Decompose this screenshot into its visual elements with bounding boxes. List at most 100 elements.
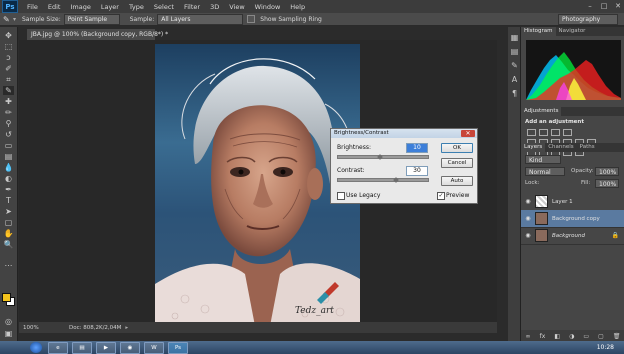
paragraph-panel-icon[interactable]: ¶	[509, 89, 520, 98]
healing-brush-tool-icon[interactable]: ✚	[3, 97, 14, 106]
start-button[interactable]	[30, 342, 42, 353]
new-adjustment-icon[interactable]: ◑	[569, 333, 574, 340]
tab-navigator[interactable]: Navigator	[556, 27, 589, 36]
clone-stamp-tool-icon[interactable]: ⚲	[3, 119, 14, 128]
blend-mode-select[interactable]: Normal	[525, 167, 565, 176]
maximize-icon[interactable]: □	[598, 2, 610, 11]
auto-button[interactable]: Auto	[441, 176, 473, 186]
menu-help[interactable]: Help	[285, 3, 310, 11]
visibility-eye-icon[interactable]: ◉	[521, 198, 535, 205]
show-ring-checkbox[interactable]	[247, 15, 256, 23]
menu-select[interactable]: Select	[149, 3, 179, 11]
dialog-close-button[interactable]: ✕	[461, 130, 475, 137]
chevron-right-icon[interactable]: ▸	[125, 325, 128, 331]
taskbar-media-icon[interactable]: ▶	[96, 341, 116, 354]
properties-panel-icon[interactable]: ▤	[509, 47, 520, 56]
type-tool-icon[interactable]: T	[3, 196, 14, 205]
history-panel-icon[interactable]: ▦	[509, 33, 520, 42]
quick-select-tool-icon[interactable]: ✐	[3, 64, 14, 73]
sample-select[interactable]: All Layers	[157, 13, 244, 25]
menu-3d[interactable]: 3D	[205, 3, 224, 11]
dodge-tool-icon[interactable]: ◐	[3, 174, 14, 183]
layer-row[interactable]: ◉ Background 🔒	[521, 227, 624, 245]
visibility-eye-icon[interactable]: ◉	[521, 215, 535, 222]
close-icon[interactable]: ✕	[612, 2, 624, 11]
gradient-tool-icon[interactable]: ▤	[3, 152, 14, 161]
layer-filter-kind[interactable]: Kind	[525, 155, 561, 164]
taskbar-ie-icon[interactable]: e	[48, 341, 68, 354]
brush-panel-icon[interactable]: ✎	[509, 61, 520, 70]
menu-filter[interactable]: Filter	[179, 3, 205, 11]
menu-type[interactable]: Type	[124, 3, 149, 11]
hand-tool-icon[interactable]: ✋	[3, 229, 14, 238]
clock[interactable]: 10:28	[597, 344, 614, 351]
zoom-tool-icon[interactable]: 🔍	[3, 240, 14, 249]
marquee-tool-icon[interactable]: ⬚	[3, 42, 14, 51]
menu-file[interactable]: File	[22, 3, 43, 11]
contrast-input[interactable]: 30	[406, 166, 428, 176]
screen-mode-icon[interactable]: ▣	[3, 329, 14, 338]
delete-layer-icon[interactable]: 🗑	[613, 333, 621, 340]
menu-image[interactable]: Image	[65, 3, 95, 11]
foreground-color-swatch[interactable]	[2, 293, 11, 302]
tab-channels[interactable]: Channels	[545, 143, 576, 152]
new-layer-icon[interactable]: ▢	[598, 333, 604, 340]
fill-input[interactable]: 100%	[595, 179, 619, 188]
tab-layers[interactable]: Layers	[521, 143, 546, 152]
eyedropper-icon[interactable]: ✎	[3, 15, 13, 24]
tab-histogram[interactable]: Histogram	[521, 27, 556, 36]
chevron-down-icon[interactable]: ▾	[13, 16, 19, 23]
visibility-eye-icon[interactable]: ◉	[521, 232, 535, 239]
levels-adjustment-icon[interactable]	[539, 129, 548, 136]
contrast-slider[interactable]	[337, 178, 429, 182]
path-selection-tool-icon[interactable]: ➤	[3, 207, 14, 216]
zoom-level[interactable]: 100%	[23, 325, 49, 331]
document-tab[interactable]: JBA.jpg @ 100% (Background copy, RGB/8*)…	[27, 29, 168, 40]
workspace-select[interactable]: Photography	[558, 13, 618, 25]
ok-button[interactable]: OK	[441, 143, 473, 153]
tab-adjustments[interactable]: Adjustments	[521, 107, 562, 116]
eraser-tool-icon[interactable]: ▭	[3, 141, 14, 150]
blur-tool-icon[interactable]: 💧	[3, 163, 14, 172]
menu-layer[interactable]: Layer	[96, 3, 124, 11]
eyedropper-tool-icon[interactable]: ✎	[3, 86, 14, 95]
cancel-button[interactable]: Cancel	[441, 158, 473, 168]
document-info[interactable]: Doc: 808,2K/2,04M	[69, 325, 121, 331]
exposure-adjustment-icon[interactable]	[563, 129, 572, 136]
minimize-icon[interactable]: –	[584, 2, 596, 11]
sample-size-select[interactable]: Point Sample	[63, 13, 120, 25]
opacity-input[interactable]: 100%	[595, 167, 619, 176]
shape-tool-icon[interactable]: ▢	[3, 218, 14, 227]
taskbar-photoshop-button[interactable]: Ps	[168, 341, 188, 354]
brightness-slider[interactable]	[337, 155, 429, 159]
brightness-adjustment-icon[interactable]	[527, 129, 536, 136]
show-ring-label: Show Sampling Ring	[260, 15, 322, 23]
layer-row-selected[interactable]: ◉ Background copy	[521, 210, 624, 228]
taskbar-chrome-icon[interactable]: ◉	[120, 341, 140, 354]
crop-tool-icon[interactable]: ⌗	[3, 75, 14, 84]
pen-tool-icon[interactable]: ✒	[3, 185, 14, 194]
use-legacy-checkbox[interactable]	[337, 192, 345, 200]
move-tool-icon[interactable]: ✥	[3, 31, 14, 40]
layer-row[interactable]: ◉ Layer 1	[521, 193, 624, 211]
taskbar-word-button[interactable]: W	[144, 341, 164, 354]
lasso-tool-icon[interactable]: ↄ	[3, 53, 14, 62]
preview-checkbox[interactable]: ✓	[437, 192, 445, 200]
menu-view[interactable]: View	[224, 3, 249, 11]
histogram-svg	[526, 52, 621, 100]
taskbar-explorer-icon[interactable]: ▤	[72, 341, 92, 354]
new-group-icon[interactable]: ▭	[583, 333, 589, 340]
character-panel-icon[interactable]: A	[509, 75, 520, 84]
history-brush-tool-icon[interactable]: ↺	[3, 130, 14, 139]
quick-mask-icon[interactable]: ◎	[3, 317, 14, 326]
curves-adjustment-icon[interactable]	[551, 129, 560, 136]
layer-style-icon[interactable]: fx	[540, 333, 546, 340]
brightness-input[interactable]: 10	[406, 143, 428, 153]
brush-tool-icon[interactable]: ✏	[3, 108, 14, 117]
link-layers-icon[interactable]: ∞	[526, 333, 531, 340]
tab-paths[interactable]: Paths	[577, 143, 598, 152]
menu-window[interactable]: Window	[250, 3, 286, 11]
more-tools-icon[interactable]: …	[3, 259, 14, 268]
add-mask-icon[interactable]: ◧	[554, 333, 560, 340]
menu-edit[interactable]: Edit	[43, 3, 66, 11]
